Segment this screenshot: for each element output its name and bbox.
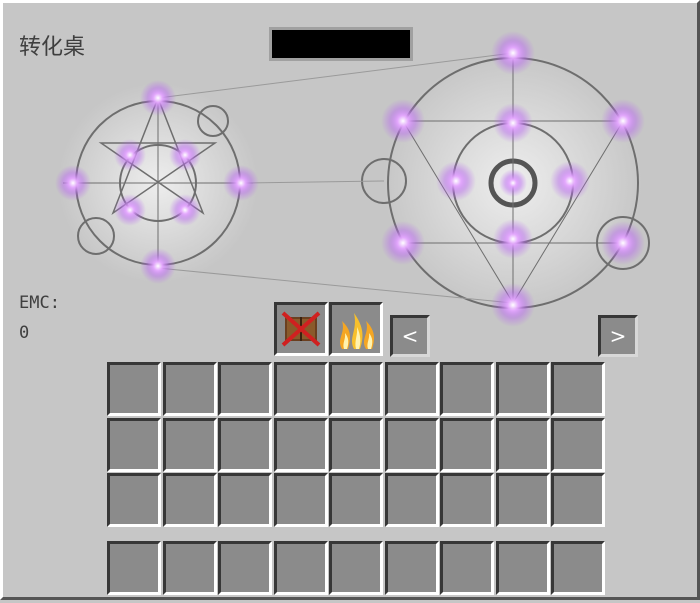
- inventory-slot[interactable]: [218, 362, 272, 416]
- fire-slot[interactable]: [329, 302, 383, 356]
- hotbar-slot[interactable]: [384, 541, 439, 595]
- hotbar-slot[interactable]: [162, 541, 217, 595]
- inventory-slot[interactable]: [162, 417, 217, 472]
- inventory-slot[interactable]: [551, 473, 605, 527]
- inventory-slot[interactable]: [273, 417, 328, 472]
- hotbar-slot[interactable]: [329, 541, 383, 595]
- inventory-slot[interactable]: [551, 362, 605, 416]
- inventory-slot[interactable]: [440, 473, 494, 527]
- inventory-slot[interactable]: [440, 417, 494, 472]
- fire-icon: [340, 313, 374, 349]
- inventory-slot[interactable]: [162, 473, 217, 527]
- inventory-slot[interactable]: [384, 417, 439, 472]
- inventory-slot[interactable]: [551, 417, 605, 472]
- hotbar-slot[interactable]: [495, 541, 550, 595]
- burn-book-icon: [281, 311, 321, 347]
- inventory-slot[interactable]: [495, 362, 550, 416]
- hotbar-slot[interactable]: [273, 541, 328, 595]
- inventory-slot[interactable]: [218, 473, 272, 527]
- hotbar-slot[interactable]: [218, 541, 272, 595]
- inventory-slot[interactable]: [440, 362, 494, 416]
- inventory-slot[interactable]: [107, 473, 161, 527]
- burn-slot[interactable]: [274, 302, 328, 356]
- hotbar-slot[interactable]: [551, 541, 605, 595]
- hotbar-slot[interactable]: [107, 541, 161, 595]
- inventory-slot[interactable]: [495, 417, 550, 472]
- inventory-slot[interactable]: [273, 362, 328, 416]
- emc-label: EMC:: [19, 293, 60, 313]
- inventory-slot[interactable]: [384, 473, 439, 527]
- prev-page-button[interactable]: <: [390, 315, 430, 357]
- inventory-slot[interactable]: [273, 473, 328, 527]
- emc-value: 0: [19, 323, 30, 343]
- inventory-slot[interactable]: [162, 362, 217, 416]
- inventory-slot[interactable]: [107, 417, 161, 472]
- hotbar-slot[interactable]: [440, 541, 494, 595]
- inventory-slot[interactable]: [329, 473, 383, 527]
- transmutation-table-panel: 转化桌 EMC: 0 < >: [0, 0, 700, 600]
- inventory-slot[interactable]: [218, 417, 272, 472]
- next-page-button[interactable]: >: [598, 315, 638, 357]
- inventory-slot[interactable]: [329, 417, 383, 472]
- inventory-slot[interactable]: [329, 362, 383, 416]
- inventory-slot[interactable]: [384, 362, 439, 416]
- inventory-slot[interactable]: [107, 362, 161, 416]
- inventory-slot[interactable]: [495, 473, 550, 527]
